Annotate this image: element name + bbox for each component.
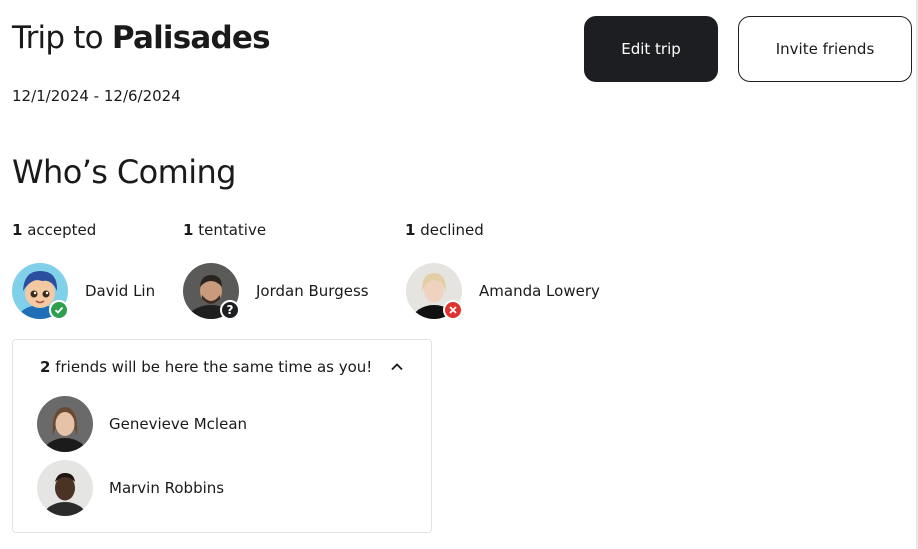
trip-title: Trip to Palisades: [12, 20, 271, 56]
accepted-count-number: 1: [12, 221, 23, 239]
attendee-name: Amanda Lowery: [479, 282, 600, 300]
attendee-jordan-burgess[interactable]: ? Jordan Burgess: [183, 263, 369, 320]
chevron-up-icon[interactable]: [389, 359, 405, 375]
declined-count-number: 1: [405, 221, 416, 239]
attendee-name: David Lin: [85, 282, 156, 300]
x-icon: [443, 300, 463, 320]
avatar: ?: [183, 263, 240, 320]
attendee-amanda-lowery[interactable]: Amanda Lowery: [406, 263, 600, 320]
trip-dates: 12/1/2024 - 12/6/2024: [12, 87, 181, 105]
question-icon: ?: [220, 300, 240, 320]
attendee-name: Jordan Burgess: [256, 282, 369, 300]
friend-genevieve-mclean[interactable]: Genevieve Mclean: [37, 396, 247, 452]
avatar: [406, 263, 463, 320]
invite-friends-button[interactable]: Invite friends: [738, 16, 912, 82]
attendee-david-lin[interactable]: David Lin: [12, 263, 156, 320]
overlap-count: 2: [40, 358, 51, 376]
trip-destination: Palisades: [111, 20, 271, 56]
overlap-summary: 2 friends will be here the same time as …: [40, 358, 372, 376]
check-icon: [49, 300, 69, 320]
avatar: [37, 396, 93, 452]
declined-count-label: declined: [420, 221, 484, 239]
tentative-count-number: 1: [183, 221, 194, 239]
avatar: [37, 460, 93, 516]
overlap-text: friends will be here the same time as yo…: [55, 358, 373, 376]
trip-title-prefix: Trip to: [12, 20, 104, 56]
friend-name: Marvin Robbins: [109, 479, 225, 497]
tentative-count-label: tentative: [198, 221, 267, 239]
friend-name: Genevieve Mclean: [109, 415, 248, 433]
accepted-count: 1 accepted: [12, 221, 96, 239]
accepted-count-label: accepted: [27, 221, 97, 239]
whos-coming-heading: Who’s Coming: [12, 153, 237, 191]
declined-count: 1 declined: [405, 221, 484, 239]
friend-marvin-robbins[interactable]: Marvin Robbins: [37, 460, 224, 516]
edit-trip-label: Edit trip: [621, 40, 681, 58]
edit-trip-button[interactable]: Edit trip: [584, 16, 718, 82]
avatar: [12, 263, 69, 320]
overlapping-friends-card: 2 friends will be here the same time as …: [12, 339, 432, 533]
tentative-count: 1 tentative: [183, 221, 266, 239]
invite-friends-label: Invite friends: [775, 40, 875, 58]
